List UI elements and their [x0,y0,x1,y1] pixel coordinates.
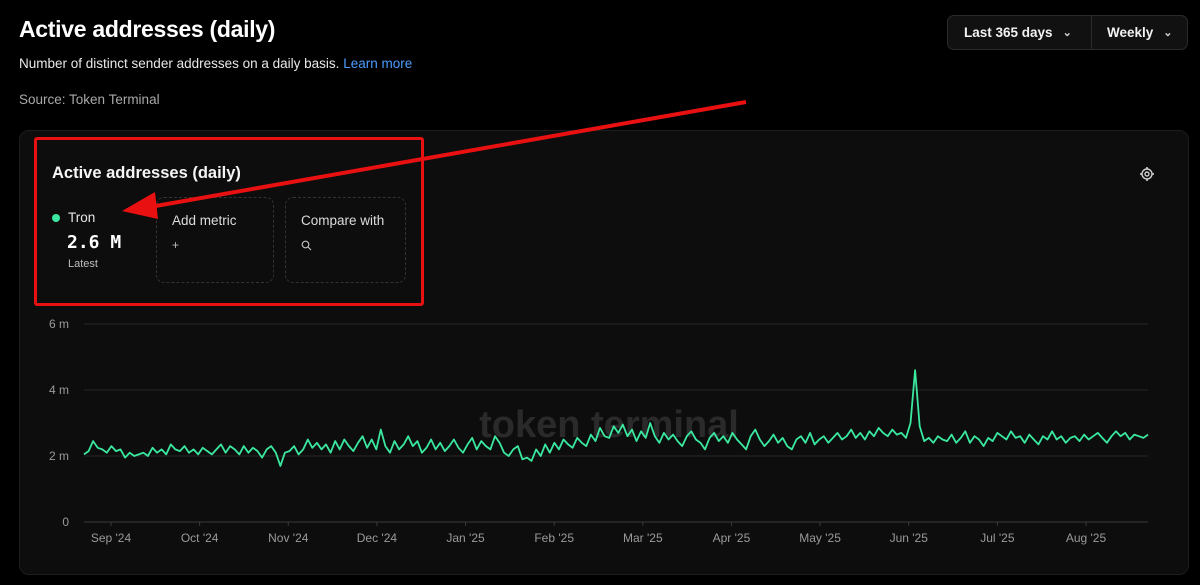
x-tick-label: Jul '25 [980,531,1015,545]
y-tick-label: 0 [62,515,69,529]
x-tick-label: Sep '24 [91,531,132,545]
x-tick-label: Mar '25 [623,531,663,545]
x-tick-label: Aug '25 [1066,531,1107,545]
y-tick-label: 2 m [49,449,69,463]
x-tick-label: May '25 [799,531,841,545]
x-tick-label: Dec '24 [357,531,398,545]
chart-watermark: token terminal [479,404,739,446]
x-tick-label: Apr '25 [713,531,751,545]
x-tick-label: Feb '25 [534,531,574,545]
x-tick-label: Nov '24 [268,531,309,545]
x-tick-label: Jun '25 [890,531,929,545]
x-tick-label: Jan '25 [446,531,485,545]
y-tick-label: 6 m [49,317,69,331]
x-tick-label: Oct '24 [181,531,219,545]
annotation-highlight-box [34,137,424,306]
y-tick-label: 4 m [49,383,69,397]
